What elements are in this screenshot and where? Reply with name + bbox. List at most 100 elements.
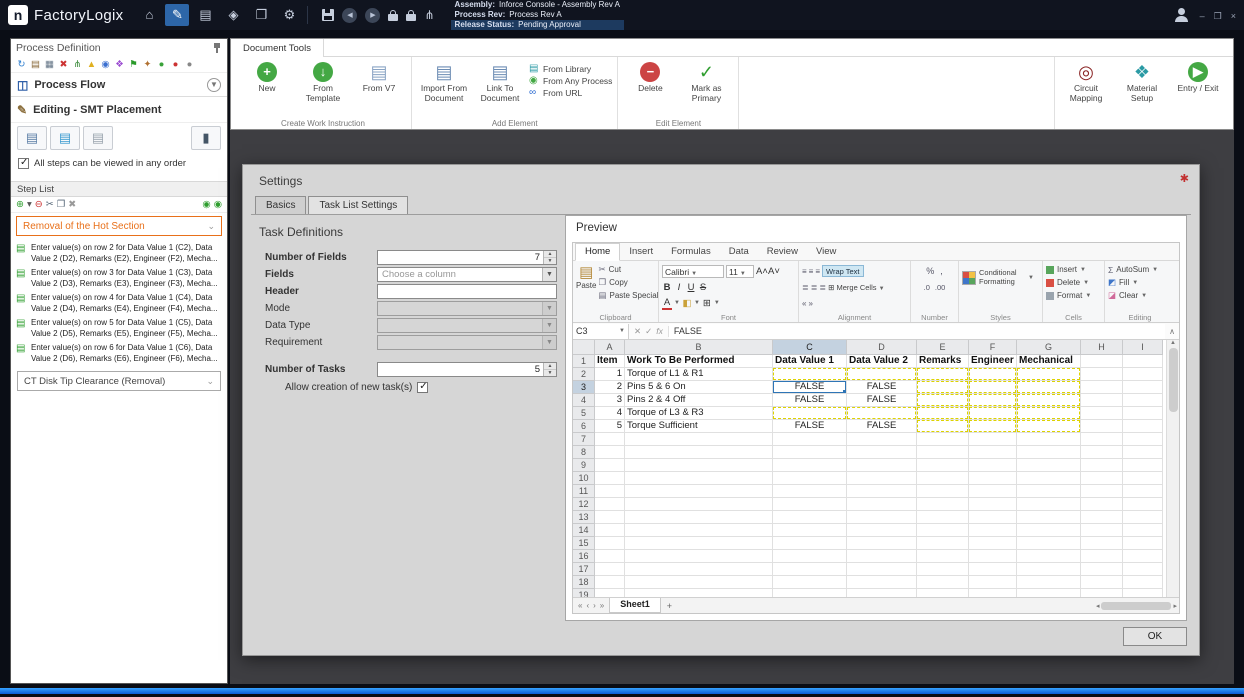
cell-H1[interactable] [1081,355,1123,368]
step-item[interactable]: ▤ Enter value(s) on row 5 for Data Value … [14,316,224,341]
collapsed-step[interactable]: CT Disk Tip Clearance (Removal) ⌄ [17,371,221,391]
cell-E8[interactable] [917,446,969,459]
cell-E10[interactable] [917,472,969,485]
shrink-font-icon[interactable]: A˅ [768,266,780,277]
cell-G12[interactable] [1017,498,1081,511]
cell-C5[interactable] [773,407,847,420]
cell-F12[interactable] [969,498,1017,511]
cell-C14[interactable] [773,524,847,537]
scroll-right-icon[interactable]: ▸ [1173,602,1177,610]
scroll-up-icon[interactable]: ▲ [1170,340,1176,346]
first-sheet-icon[interactable]: « [578,601,582,610]
align-left-icon[interactable]: ≣ [802,283,809,292]
cell-D16[interactable] [847,550,917,563]
step-item[interactable]: ▤ Enter value(s) on row 4 for Data Value … [14,291,224,316]
row-header-4[interactable]: 4 [573,394,595,407]
cell-A12[interactable] [595,498,625,511]
next-sheet-icon[interactable]: › [593,601,596,610]
cell-H3[interactable] [1081,381,1123,394]
copy-step-icon[interactable]: ❐ [57,199,66,210]
cell-B7[interactable] [625,433,773,446]
increase-indent-icon[interactable]: » [808,299,812,308]
horizontal-scrollbar[interactable]: ◂ ▸ [1096,601,1179,610]
cell-E18[interactable] [917,576,969,589]
add-sheet-button[interactable]: + [661,601,678,611]
number-of-tasks-spinner[interactable]: 5 ▲ ▼ [377,362,557,377]
cell-I7[interactable] [1123,433,1163,446]
cell-E5[interactable] [917,407,969,420]
cell-E3[interactable] [917,381,969,394]
cell-C2[interactable] [773,368,847,381]
spinner-buttons[interactable]: ▲ ▼ [543,363,556,376]
remove-step-icon[interactable]: ⊖ [35,199,43,210]
cell-I3[interactable] [1123,381,1163,394]
formula-value[interactable]: FALSE [668,323,1165,339]
cell-C18[interactable] [773,576,847,589]
cell-H10[interactable] [1081,472,1123,485]
cell-G1[interactable]: Mechanical [1017,355,1081,368]
vertical-scrollbar[interactable]: ▲ [1166,340,1179,597]
delete-icon[interactable]: ✖ [57,59,70,70]
scroll-left-icon[interactable]: ◂ [1096,602,1100,610]
font-color-button[interactable]: A [662,297,672,310]
cell-I12[interactable] [1123,498,1163,511]
cell-B9[interactable] [625,459,773,472]
percent-style-button[interactable]: % [926,266,934,276]
pin-icon[interactable] [212,42,222,54]
sheet-tab[interactable]: Sheet1 [609,598,661,613]
cell-B8[interactable] [625,446,773,459]
cell-D4[interactable]: FALSE [847,394,917,407]
excel-tab-data[interactable]: Data [720,244,758,260]
cell-C3[interactable]: FALSE [773,381,847,394]
cell-B11[interactable] [625,485,773,498]
cell-B6[interactable]: Torque Sufficient [625,420,773,433]
cell-B10[interactable] [625,472,773,485]
cell-D8[interactable] [847,446,917,459]
cell-D2[interactable] [847,368,917,381]
user-icon[interactable] [1174,8,1190,22]
wrap-text-button[interactable]: Wrap Text [822,265,864,277]
cell-G10[interactable] [1017,472,1081,485]
enter-icon[interactable]: ✓ [645,326,652,337]
tab-document-tools[interactable]: Document Tools [231,39,324,57]
selected-step[interactable]: Removal of the Hot Section ⌄ [16,216,222,236]
cell-G11[interactable] [1017,485,1081,498]
cell-B3[interactable]: Pins 5 & 6 On [625,381,773,394]
lock-icon[interactable] [388,9,399,21]
column-header-E[interactable]: E [917,340,969,355]
close-button[interactable]: × [1231,11,1236,22]
step-item[interactable]: ▤ Enter value(s) on row 3 for Data Value … [14,266,224,291]
cell-A9[interactable] [595,459,625,472]
cell-F14[interactable] [969,524,1017,537]
cell-E2[interactable] [917,368,969,381]
row-header-6[interactable]: 6 [573,420,595,433]
hierarchy-icon[interactable]: ⋔ [424,8,434,22]
excel-tab-insert[interactable]: Insert [620,244,662,260]
row-header-15[interactable]: 15 [573,537,595,550]
cell-D1[interactable]: Data Value 2 [847,355,917,368]
cell-I19[interactable] [1123,589,1163,597]
allow-new-tasks-checkbox[interactable] [417,381,429,393]
autosum-button[interactable]: Σ AutoSum ▼ [1108,263,1172,276]
cell-H9[interactable] [1081,459,1123,472]
row-header-8[interactable]: 8 [573,446,595,459]
cell-H16[interactable] [1081,550,1123,563]
cell-A18[interactable] [595,576,625,589]
cell-A7[interactable] [595,433,625,446]
number-of-fields-spinner[interactable]: 7 ▲ ▼ [377,250,557,265]
cell-I9[interactable] [1123,459,1163,472]
refresh-icon[interactable]: ↻ [15,59,28,70]
cell-C1[interactable]: Data Value 1 [773,355,847,368]
cell-B1[interactable]: Work To Be Performed [625,355,773,368]
users-icon[interactable]: ◉ [99,59,112,70]
cell-I2[interactable] [1123,368,1163,381]
cell-C13[interactable] [773,511,847,524]
cell-F7[interactable] [969,433,1017,446]
copy-button[interactable]: ❐ Copy [598,276,658,289]
cell-G17[interactable] [1017,563,1081,576]
cell-F11[interactable] [969,485,1017,498]
collapse-formula-bar-icon[interactable]: ∧ [1165,327,1179,336]
panel-toggle-button[interactable]: ▮ [191,126,221,150]
cell-I14[interactable] [1123,524,1163,537]
cell-A19[interactable] [595,589,625,597]
